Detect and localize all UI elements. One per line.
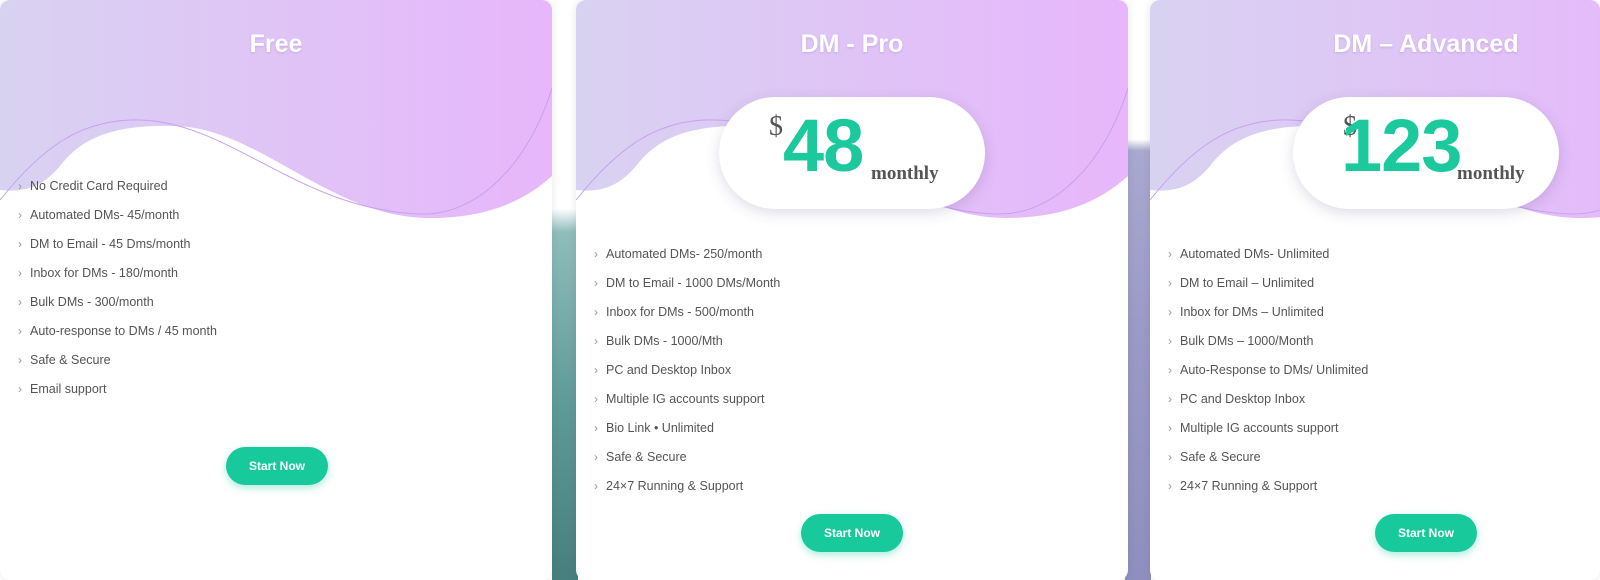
chevron-right-icon: › <box>1168 363 1172 377</box>
feature-item: › Auto-Response to DMs/ Unlimited <box>1168 363 1369 377</box>
feature-item: › DM to Email – Unlimited <box>1168 276 1315 290</box>
chevron-right-icon: › <box>18 324 22 338</box>
price-period: monthly <box>871 163 939 184</box>
feature-item: › PC and Desktop Inbox <box>1168 392 1306 406</box>
chevron-right-icon: › <box>1168 305 1172 319</box>
background-photo-strip <box>552 0 578 580</box>
feature-item: › Multiple IG accounts support <box>1168 421 1339 435</box>
feature-list: › Automated DMs- Unlimited › DM to Email –… <box>1168 245 1368 506</box>
start-now-button[interactable]: Start Now <box>801 514 903 552</box>
feature-item: › Safe & Secure <box>18 353 111 367</box>
feature-item: › Bulk DMs - 300/month <box>18 295 154 309</box>
start-now-button[interactable]: Start Now <box>226 447 328 485</box>
chevron-right-icon: › <box>1168 479 1172 493</box>
feature-item: › DM to Email - 45 Dms/month <box>18 237 191 251</box>
chevron-right-icon: › <box>18 295 22 309</box>
chevron-right-icon: › <box>594 479 598 493</box>
price-badge: $ 123 monthly <box>1293 97 1559 209</box>
feature-item: › Inbox for DMs – Unlimited <box>1168 305 1324 319</box>
price-badge: $ 48 monthly <box>719 97 985 209</box>
feature-item: › Automated DMs- 250/month <box>594 247 763 261</box>
chevron-right-icon: › <box>594 450 598 464</box>
pricing-card-pro: DM - Pro $ 48 monthly › Automated DMs- 25… <box>576 0 1128 580</box>
price-amount: 123 <box>1341 104 1462 187</box>
feature-item: › Auto-response to DMs / 45 month <box>18 324 217 338</box>
chevron-right-icon: › <box>1168 392 1172 406</box>
chevron-right-icon: › <box>1168 450 1172 464</box>
feature-item: › Inbox for DMs - 180/month <box>18 266 178 280</box>
chevron-right-icon: › <box>594 363 598 377</box>
feature-item: › Safe & Secure <box>1168 450 1261 464</box>
start-now-button[interactable]: Start Now <box>1375 514 1477 552</box>
pricing-card-advanced: DM – Advanced $ 123 monthly › Automated D… <box>1150 0 1600 580</box>
plan-title: Free <box>249 30 303 58</box>
chevron-right-icon: › <box>594 392 598 406</box>
feature-item: › No Credit Card Required <box>18 179 168 193</box>
chevron-right-icon: › <box>18 237 22 251</box>
chevron-right-icon: › <box>18 353 22 367</box>
chevron-right-icon: › <box>1168 334 1172 348</box>
plan-title: DM – Advanced <box>1333 30 1519 58</box>
feature-item: › DM to Email - 1000 DMs/Month <box>594 276 781 290</box>
chevron-right-icon: › <box>1168 247 1172 261</box>
feature-list: › Automated DMs- 250/month › DM to Email -… <box>594 245 780 506</box>
price-amount: 48 <box>783 104 864 187</box>
plan-title: DM - Pro <box>800 30 904 58</box>
feature-item: › 24×7 Running & Support <box>594 479 744 493</box>
feature-list: › No Credit Card Required › Automated DMs-… <box>18 177 217 409</box>
feature-item: › Automated DMs- Unlimited <box>1168 247 1330 261</box>
feature-item: › Bulk DMs – 1000/Month <box>1168 334 1314 348</box>
chevron-right-icon: › <box>18 382 22 396</box>
chevron-right-icon: › <box>594 334 598 348</box>
price-period: monthly <box>1457 163 1525 184</box>
feature-item: › Inbox for DMs - 500/month <box>594 305 754 319</box>
background-photo-strip <box>1125 0 1151 580</box>
chevron-right-icon: › <box>1168 276 1172 290</box>
chevron-right-icon: › <box>594 421 598 435</box>
chevron-right-icon: › <box>18 208 22 222</box>
feature-item: › PC and Desktop Inbox <box>594 363 732 377</box>
feature-item: › Multiple IG accounts support <box>594 392 765 406</box>
feature-item: › Bulk DMs - 1000/Mth <box>594 334 723 348</box>
chevron-right-icon: › <box>594 305 598 319</box>
chevron-right-icon: › <box>18 179 22 193</box>
feature-item: › 24×7 Running & Support <box>1168 479 1318 493</box>
pricing-card-free: Free › No Credit Card Required › Automated… <box>0 0 552 580</box>
feature-item: › Bio Link • Unlimited <box>594 421 714 435</box>
price-currency: $ <box>769 111 783 142</box>
chevron-right-icon: › <box>594 276 598 290</box>
feature-item: › Automated DMs- 45/month <box>18 208 180 222</box>
feature-item: › Email support <box>18 382 107 396</box>
chevron-right-icon: › <box>594 247 598 261</box>
chevron-right-icon: › <box>18 266 22 280</box>
chevron-right-icon: › <box>1168 421 1172 435</box>
feature-item: › Safe & Secure <box>594 450 687 464</box>
